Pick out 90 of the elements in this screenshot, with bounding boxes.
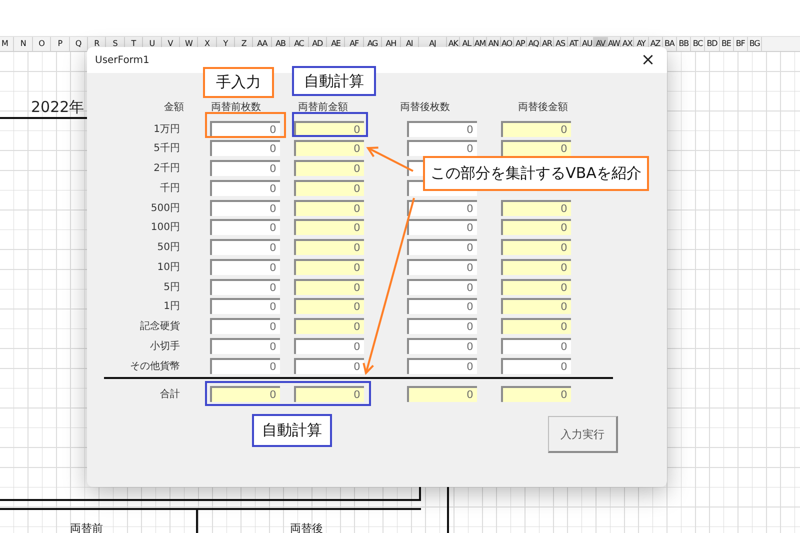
- input-field[interactable]: 0: [294, 358, 364, 374]
- input-field[interactable]: 0: [210, 180, 280, 196]
- row-label: 5千円: [152, 142, 181, 156]
- row-label: 千円: [159, 182, 181, 195]
- input-field[interactable]: 0: [210, 160, 280, 176]
- input-field[interactable]: 0: [501, 140, 571, 156]
- input-field[interactable]: 0: [407, 140, 477, 156]
- row-label: 記念硬貨: [139, 320, 181, 334]
- row-label: 50円: [156, 241, 181, 254]
- input-field[interactable]: 0: [210, 120, 280, 137]
- input-field[interactable]: 0: [407, 278, 477, 295]
- input-field[interactable]: 0: [210, 358, 280, 374]
- row-label: 5円: [162, 280, 181, 294]
- input-field[interactable]: 0: [501, 278, 571, 295]
- row-label: 500円: [150, 202, 181, 215]
- input-field[interactable]: 0: [407, 200, 477, 216]
- input-field[interactable]: 0: [407, 338, 477, 354]
- input-field[interactable]: 0: [210, 338, 280, 354]
- input-field[interactable]: 0: [501, 200, 571, 216]
- input-field[interactable]: 0: [210, 200, 280, 216]
- column-header[interactable]: BG: [748, 37, 762, 51]
- column-header[interactable]: BB: [677, 37, 692, 51]
- column-header[interactable]: Q: [70, 37, 88, 51]
- input-field[interactable]: 0: [294, 386, 364, 402]
- arrow: [366, 146, 414, 172]
- input-field[interactable]: 0: [294, 239, 364, 256]
- column-header[interactable]: N: [14, 37, 33, 51]
- input-field[interactable]: 0: [501, 338, 571, 354]
- row-label: 100円: [150, 221, 181, 234]
- column-header[interactable]: P: [51, 37, 70, 51]
- column-header[interactable]: BE: [720, 37, 734, 51]
- callout-tooltip: 手入力: [203, 67, 274, 98]
- column-header[interactable]: O: [32, 37, 52, 51]
- input-field[interactable]: 0: [501, 258, 571, 275]
- callout-tooltip: 自動計算: [252, 414, 332, 447]
- row-label: 2千円: [152, 162, 181, 176]
- input-field[interactable]: 0: [210, 278, 280, 295]
- column-label: 両替後金額: [518, 100, 568, 114]
- input-field[interactable]: 0: [294, 338, 364, 354]
- column-label: 金額: [164, 100, 184, 114]
- input-field[interactable]: 0: [501, 120, 571, 137]
- input-field[interactable]: 0: [501, 386, 571, 402]
- input-field[interactable]: 0: [407, 120, 477, 137]
- row-label: 1円: [162, 300, 181, 314]
- column-label: 両替後枚数: [400, 100, 450, 114]
- input-field[interactable]: 0: [210, 386, 280, 402]
- column-header[interactable]: BF: [734, 37, 748, 51]
- row-label: 小切手: [149, 340, 181, 353]
- callout-tooltip: 自動計算: [292, 66, 376, 96]
- sheet-cell: 2022年: [31, 98, 84, 117]
- run-button[interactable]: 入力実行: [548, 416, 618, 454]
- input-field[interactable]: 0: [407, 298, 477, 314]
- input-field[interactable]: 0: [210, 298, 280, 314]
- input-field[interactable]: 0: [501, 358, 571, 374]
- input-field[interactable]: 0: [501, 298, 571, 314]
- input-field[interactable]: 0: [294, 219, 364, 236]
- row-label: 合計: [159, 388, 181, 402]
- input-field[interactable]: 0: [210, 140, 280, 156]
- input-field[interactable]: 0: [294, 160, 364, 176]
- window-title: UserForm1: [95, 54, 150, 66]
- input-field[interactable]: 0: [210, 318, 280, 334]
- input-field[interactable]: 0: [294, 200, 364, 216]
- column-header[interactable]: M: [0, 37, 14, 51]
- callout-tooltip: この部分を集計するVBAを紹介: [423, 156, 649, 191]
- input-field[interactable]: 0: [294, 298, 364, 314]
- input-field[interactable]: 0: [294, 258, 364, 275]
- input-field[interactable]: 0: [407, 358, 477, 374]
- input-field[interactable]: 0: [501, 239, 571, 256]
- input-field[interactable]: 0: [294, 140, 364, 156]
- input-field[interactable]: 0: [294, 278, 364, 295]
- input-field[interactable]: 0: [501, 219, 571, 236]
- column-header[interactable]: BC: [691, 37, 706, 51]
- column-header[interactable]: BD: [705, 37, 720, 51]
- input-field[interactable]: 0: [407, 386, 477, 402]
- row-label: その他貨幣: [129, 360, 181, 373]
- column-label: 両替前枚数: [210, 100, 261, 114]
- input-field[interactable]: 0: [407, 258, 477, 275]
- input-field[interactable]: 0: [501, 318, 571, 334]
- input-field[interactable]: 0: [407, 239, 477, 256]
- input-field[interactable]: 0: [407, 219, 477, 236]
- row-label: 1万円: [152, 122, 181, 136]
- input-field[interactable]: 0: [210, 258, 280, 275]
- column-label: 両替前金額: [297, 100, 348, 114]
- row-label: 10円: [156, 260, 181, 274]
- input-field[interactable]: 0: [294, 180, 364, 196]
- input-field[interactable]: 0: [407, 318, 477, 334]
- input-field[interactable]: 0: [210, 239, 280, 256]
- input-field[interactable]: 0: [294, 318, 364, 334]
- input-field[interactable]: 0: [210, 219, 280, 236]
- input-field[interactable]: 0: [294, 120, 364, 137]
